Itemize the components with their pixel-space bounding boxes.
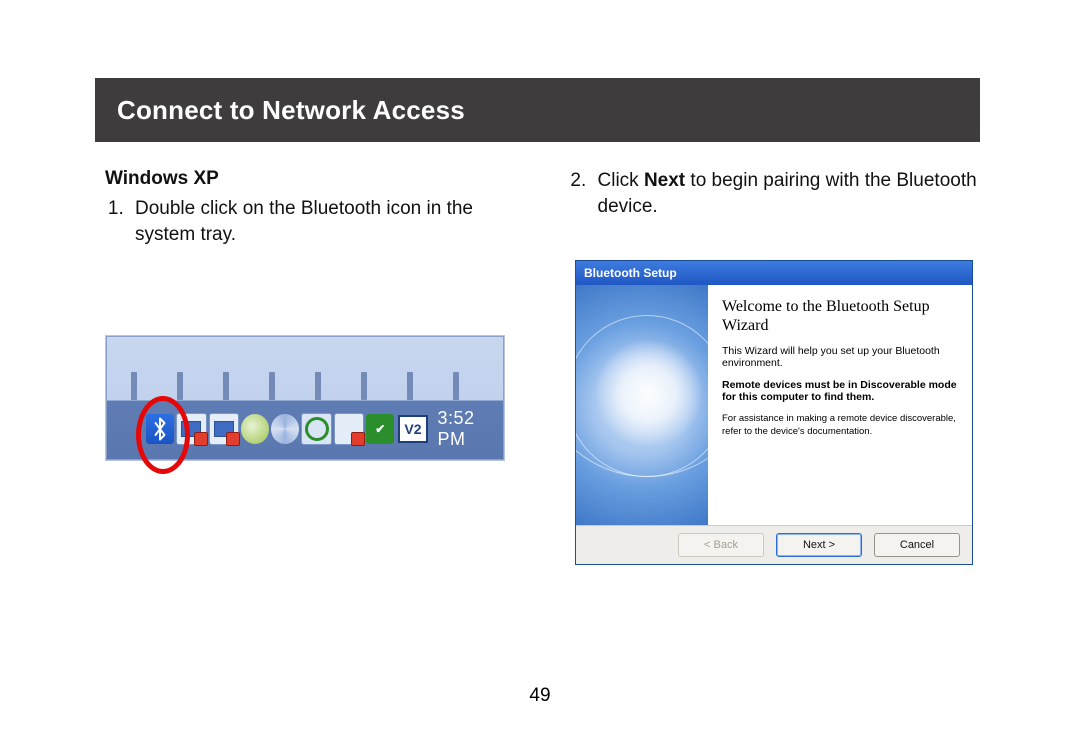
right-steps: Click Next to begin pairing with the Blu… (558, 168, 981, 219)
bluetooth-setup-wizard: Bluetooth Setup Welcome to the Bluetooth… (575, 260, 973, 565)
section-title-bar: Connect to Network Access (95, 78, 980, 142)
wizard-line3: For assistance in making a remote device… (722, 413, 958, 438)
cancel-button[interactable]: Cancel (874, 533, 960, 557)
page-number: 49 (0, 685, 1080, 707)
step2-bold: Next (644, 170, 685, 191)
wizard-titlebar: Bluetooth Setup (576, 261, 972, 285)
tray-icon-row: ✔ V2 3:52 PM (146, 408, 504, 450)
shield-icon: ✔ (366, 414, 394, 444)
wizard-content: Welcome to the Bluetooth Setup Wizard Th… (708, 285, 972, 525)
wizard-line1: This Wizard will help you set up your Bl… (722, 345, 958, 369)
disc-icon (271, 414, 299, 444)
globe-icon (241, 414, 269, 444)
wizard-sidebar-art (576, 285, 708, 525)
wizard-line2: Remote devices must be in Discoverable m… (722, 379, 958, 403)
section-title: Connect to Network Access (117, 95, 465, 126)
step-1: Double click on the Bluetooth icon in th… (129, 196, 518, 247)
next-button[interactable]: Next > (776, 533, 862, 557)
left-steps: Double click on the Bluetooth icon in th… (95, 196, 518, 247)
step2-prefix: Click (598, 170, 644, 191)
wizard-body: Welcome to the Bluetooth Setup Wizard Th… (576, 285, 972, 525)
highlight-circle (136, 396, 190, 474)
taskbar-ticks (106, 336, 504, 400)
manual-page: Connect to Network Access Windows XP Dou… (0, 0, 1080, 752)
wizard-footer: < Back Next > Cancel (576, 525, 972, 564)
lan-icon (334, 413, 364, 445)
system-tray-figure: ✔ V2 3:52 PM (105, 335, 505, 461)
vnc-badge: V2 (398, 415, 427, 443)
network-monitor-icon (209, 413, 239, 445)
step-2: Click Next to begin pairing with the Blu… (592, 168, 981, 219)
tray-clock: 3:52 PM (438, 408, 505, 450)
os-heading: Windows XP (105, 168, 518, 190)
back-button[interactable]: < Back (678, 533, 764, 557)
wizard-heading: Welcome to the Bluetooth Setup Wizard (722, 297, 958, 335)
antivirus-icon (301, 413, 331, 445)
left-column: Windows XP Double click on the Bluetooth… (95, 168, 518, 461)
